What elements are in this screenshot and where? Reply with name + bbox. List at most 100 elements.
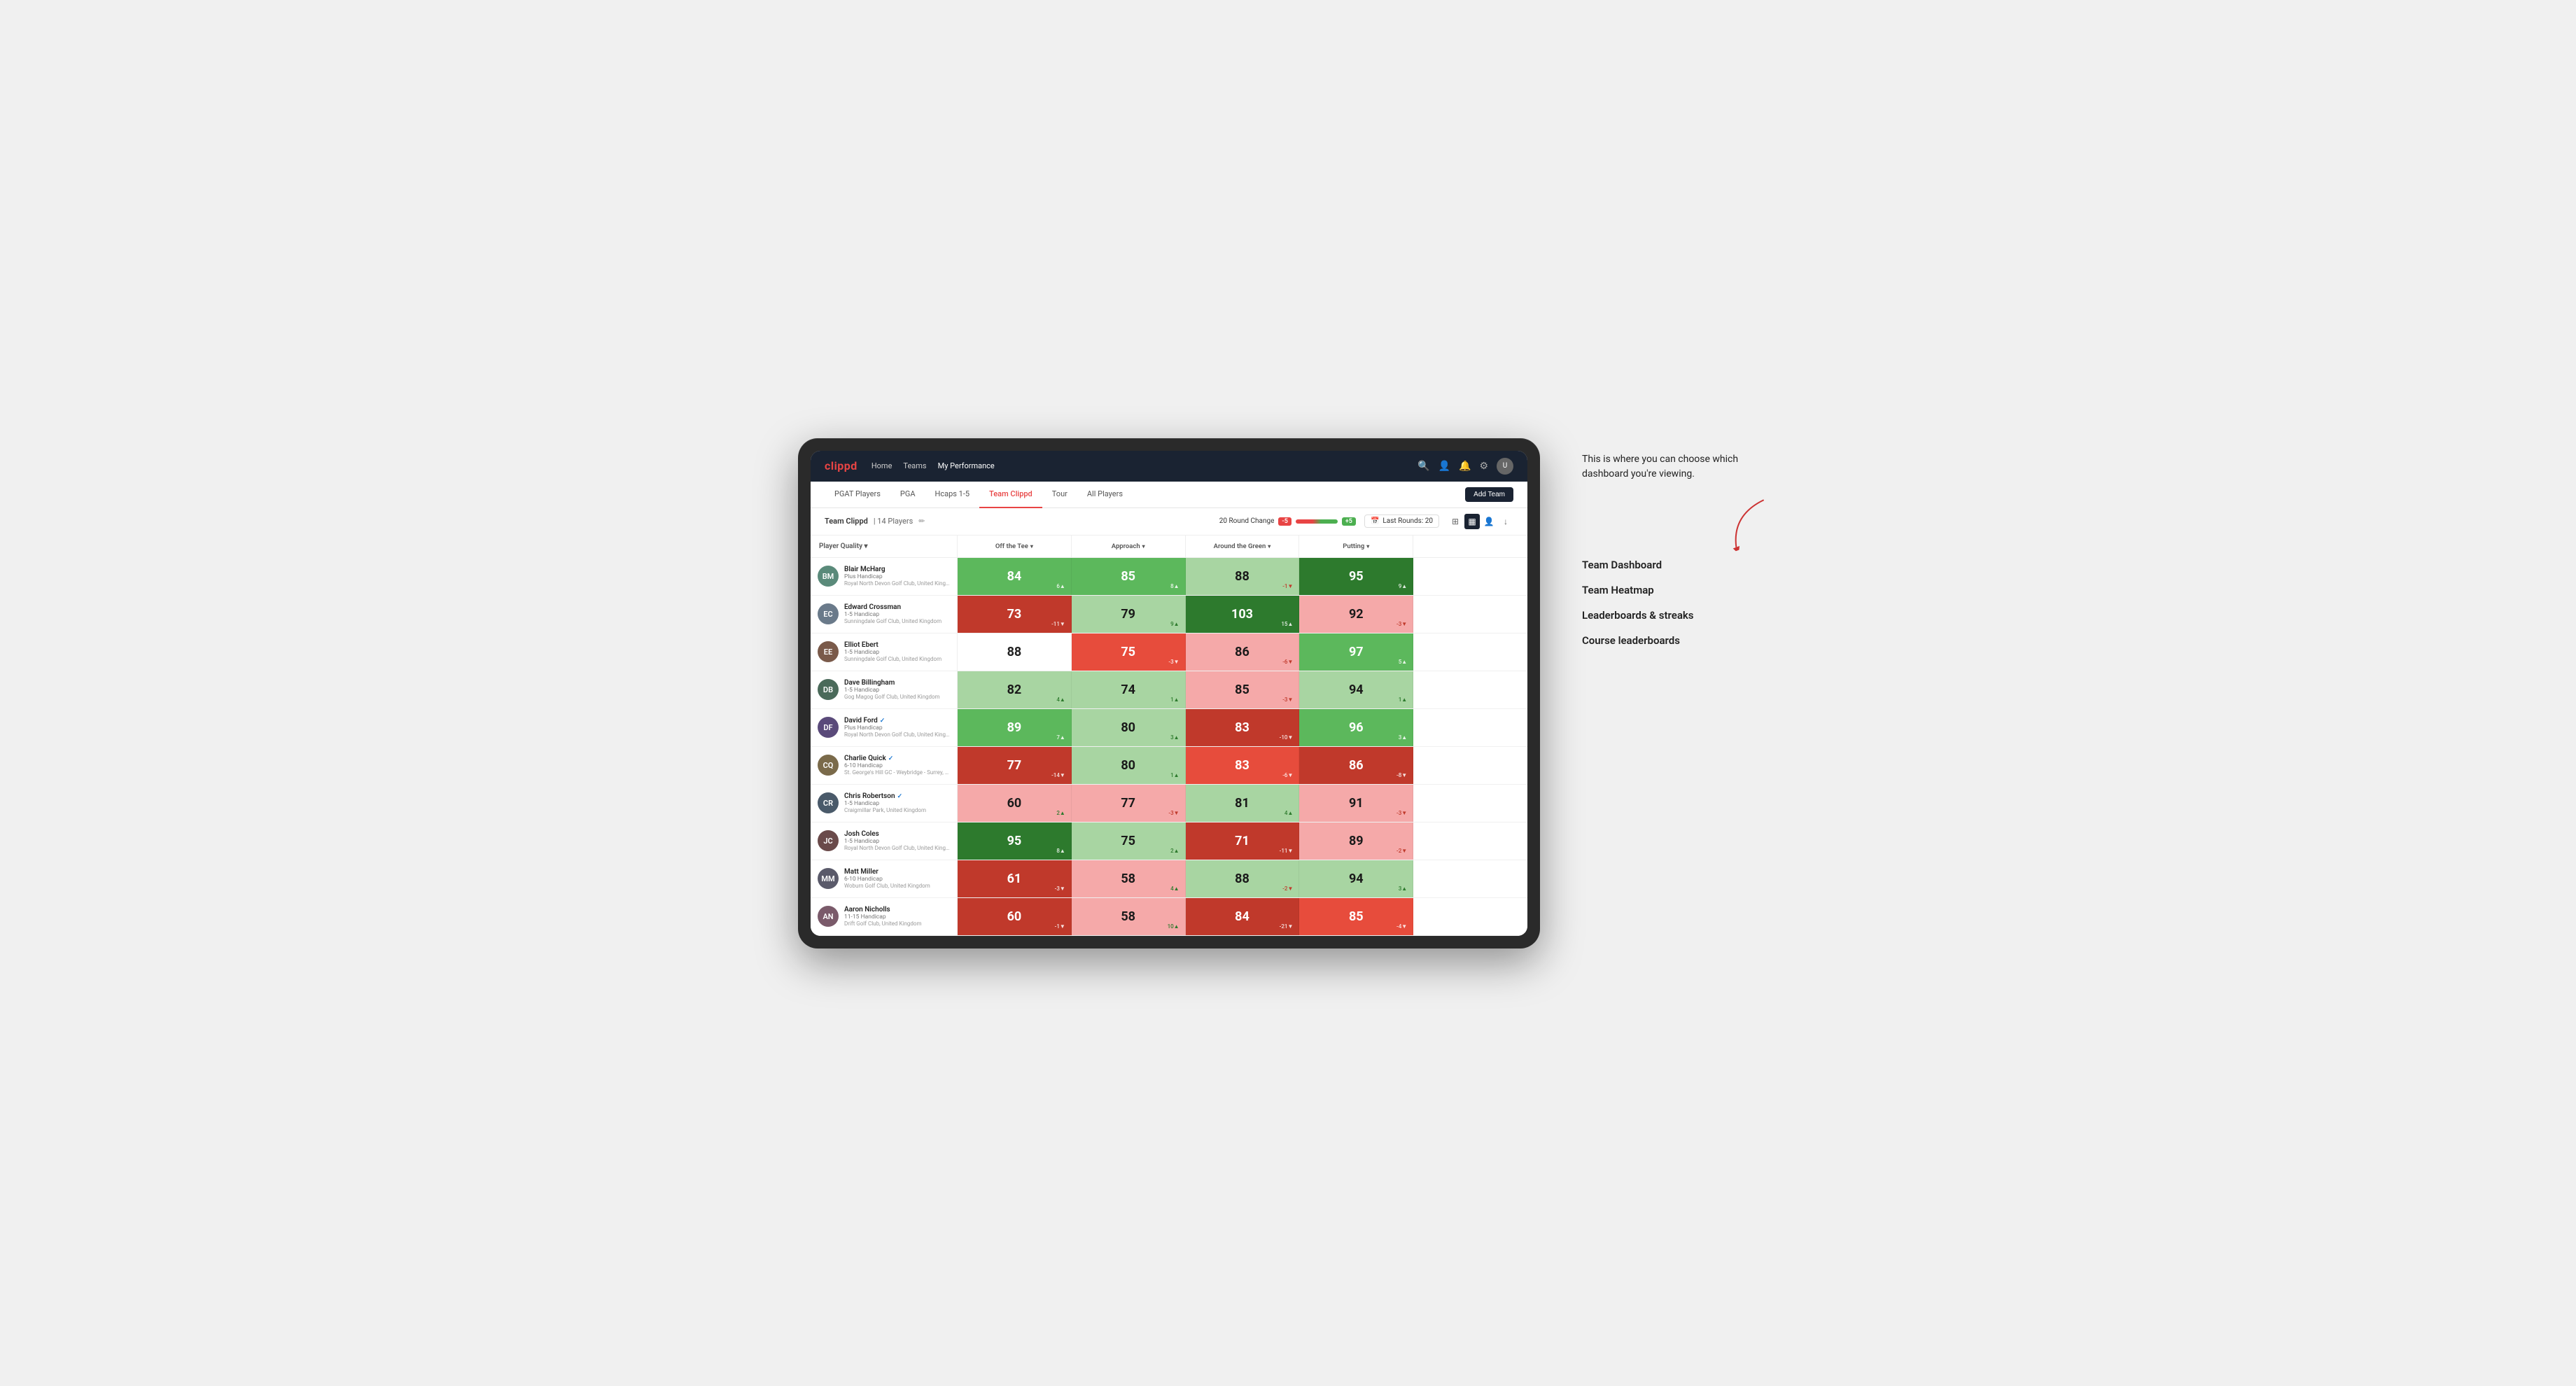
- tab-team-clippd[interactable]: Team Clippd: [979, 482, 1042, 508]
- player-name-1: Edward Crossman: [844, 603, 950, 611]
- stat-value-2-3: 86: [1235, 645, 1250, 659]
- player-club-5: St. George's Hill GC - Weybridge - Surre…: [844, 769, 950, 776]
- verified-icon-5: ✓: [888, 755, 894, 762]
- stats-row-1: 73-11▼799▲10315▲92-3▼: [958, 596, 1527, 634]
- putting-col-header[interactable]: Putting ▾: [1299, 536, 1413, 557]
- search-icon[interactable]: 🔍: [1418, 461, 1429, 472]
- stat-value-4-1: 89: [1007, 720, 1022, 735]
- stat-cell-2-4: 975▲: [1299, 634, 1413, 671]
- player-handicap-5: 6-10 Handicap: [844, 762, 950, 769]
- stat-change-3-3: -3▼: [1282, 696, 1293, 703]
- stats-row-0: 846▲858▲88-1▼959▲: [958, 558, 1527, 596]
- team-name: Team Clippd: [825, 517, 868, 526]
- stat-change-7-2: 2▲: [1170, 848, 1179, 854]
- stat-value-8-3: 88: [1235, 872, 1250, 886]
- stat-value-8-2: 58: [1121, 872, 1135, 886]
- player-name-7: Josh Coles: [844, 830, 950, 838]
- tab-pgat-players[interactable]: PGAT Players: [825, 482, 890, 508]
- player-row-3[interactable]: DBDave Billingham1-5 HandicapGog Magog G…: [811, 671, 958, 709]
- approach-col-header[interactable]: Approach ▾: [1072, 536, 1186, 557]
- player-name-6: Chris Robertson✓: [844, 792, 950, 800]
- stat-value-3-3: 85: [1235, 682, 1250, 697]
- edit-icon[interactable]: ✏: [918, 517, 925, 526]
- round-change: 20 Round Change -5 +5: [1219, 517, 1356, 526]
- top-nav: clippd Home Teams My Performance 🔍 👤 🔔 ⚙…: [811, 451, 1527, 482]
- player-info-3: Dave Billingham1-5 HandicapGog Magog Gol…: [844, 679, 950, 700]
- stat-value-8-1: 61: [1007, 872, 1022, 886]
- person-view-button[interactable]: 👤: [1481, 514, 1497, 529]
- stat-change-0-1: 6▲: [1056, 583, 1065, 589]
- annotation-arrow: [1582, 503, 1778, 545]
- tab-all-players[interactable]: All Players: [1077, 482, 1133, 508]
- stat-value-0-4: 95: [1349, 569, 1364, 584]
- stat-change-1-1: -11▼: [1051, 621, 1065, 627]
- stat-cell-6-3: 814▲: [1186, 785, 1300, 822]
- stat-cell-2-1: 88: [958, 634, 1072, 671]
- player-row-1[interactable]: ECEdward Crossman1-5 HandicapSunningdale…: [811, 596, 958, 634]
- stat-change-1-2: 9▲: [1170, 621, 1179, 627]
- add-team-button[interactable]: Add Team: [1465, 487, 1513, 502]
- stat-value-1-3: 103: [1231, 607, 1253, 622]
- stat-value-0-3: 88: [1235, 569, 1250, 584]
- player-row-9[interactable]: ANAaron Nicholls11-15 HandicapDrift Golf…: [811, 898, 958, 936]
- list-view-button[interactable]: ▦: [1464, 514, 1480, 529]
- player-name-4: David Ford✓: [844, 717, 950, 724]
- stat-cell-7-4: 89-2▼: [1299, 822, 1413, 860]
- annotation-items: Team Dashboard Team Heatmap Leaderboards…: [1582, 559, 1778, 647]
- player-handicap-2: 1-5 Handicap: [844, 649, 950, 656]
- player-row-6[interactable]: CRChris Robertson✓1-5 HandicapCraigmilla…: [811, 785, 958, 822]
- stats-row-2: 8875-3▼86-6▼975▲: [958, 634, 1527, 671]
- nav-home[interactable]: Home: [872, 458, 892, 473]
- nav-my-performance[interactable]: My Performance: [938, 458, 995, 473]
- avatar[interactable]: U: [1497, 458, 1513, 475]
- stat-value-5-1: 77: [1007, 758, 1022, 773]
- stat-value-1-2: 79: [1121, 607, 1135, 622]
- stat-change-4-1: 7▲: [1056, 734, 1065, 741]
- stat-change-4-4: 3▲: [1399, 734, 1407, 741]
- player-info-1: Edward Crossman1-5 HandicapSunningdale G…: [844, 603, 950, 624]
- around-green-col-header[interactable]: Around the Green ▾: [1186, 536, 1300, 557]
- stat-change-0-2: 8▲: [1170, 583, 1179, 589]
- stat-value-7-1: 95: [1007, 834, 1022, 848]
- off-tee-col-header[interactable]: Off the Tee ▾: [958, 536, 1072, 557]
- stat-change-8-2: 4▲: [1170, 886, 1179, 892]
- player-info-9: Aaron Nicholls11-15 HandicapDrift Golf C…: [844, 906, 950, 927]
- stat-change-5-1: -14▼: [1051, 772, 1065, 778]
- user-icon[interactable]: 👤: [1438, 461, 1450, 472]
- stats-row-5: 77-14▼801▲83-6▼86-8▼: [958, 747, 1527, 785]
- stat-change-9-2: 10▲: [1168, 923, 1180, 930]
- player-row-8[interactable]: MMMatt Miller6-10 HandicapWoburn Golf Cl…: [811, 860, 958, 898]
- player-row-7[interactable]: JCJosh Coles1-5 HandicapRoyal North Devo…: [811, 822, 958, 860]
- stat-cell-6-1: 602▲: [958, 785, 1072, 822]
- stats-row-4: 897▲803▲83-10▼963▲: [958, 709, 1527, 747]
- player-name-5: Charlie Quick✓: [844, 755, 950, 762]
- bell-icon[interactable]: 🔔: [1459, 461, 1471, 472]
- grid-view-button[interactable]: ⊞: [1448, 514, 1463, 529]
- stat-cell-5-1: 77 -14▼: [958, 747, 1072, 784]
- stats-row-6: 602▲77-3▼814▲91-3▼: [958, 785, 1527, 822]
- tab-hcaps[interactable]: Hcaps 1-5: [925, 482, 980, 508]
- stat-change-7-3: -11▼: [1280, 848, 1294, 854]
- nav-teams[interactable]: Teams: [903, 458, 926, 473]
- tab-tour[interactable]: Tour: [1042, 482, 1077, 508]
- stat-change-6-4: -3▼: [1396, 810, 1407, 816]
- tab-pga[interactable]: PGA: [890, 482, 925, 508]
- stat-cell-3-3: 85 -3▼: [1186, 671, 1300, 708]
- settings-icon[interactable]: ⚙: [1479, 461, 1488, 472]
- player-row-0[interactable]: BMBlair McHargPlus HandicapRoyal North D…: [811, 558, 958, 596]
- player-row-5[interactable]: CQCharlie Quick✓6-10 HandicapSt. George'…: [811, 747, 958, 785]
- player-avatar-4: DF: [818, 717, 839, 738]
- player-row-4[interactable]: DFDavid Ford✓Plus HandicapRoyal North De…: [811, 709, 958, 747]
- download-button[interactable]: ↓: [1498, 514, 1513, 529]
- annotation-team-heatmap: Team Heatmap: [1582, 584, 1778, 596]
- player-club-3: Gog Magog Golf Club, United Kingdom: [844, 694, 950, 700]
- player-col-header[interactable]: Player Quality ▾: [811, 536, 958, 558]
- last-rounds-button[interactable]: 📅 Last Rounds: 20: [1364, 514, 1439, 528]
- player-club-4: Royal North Devon Golf Club, United King…: [844, 732, 950, 738]
- player-handicap-8: 6-10 Handicap: [844, 876, 950, 883]
- stats-header-row: Off the Tee ▾ Approach ▾ Around the Gree…: [958, 536, 1527, 558]
- player-row-2[interactable]: EEElliot Ebert1-5 HandicapSunningdale Go…: [811, 634, 958, 671]
- player-rows-container: BMBlair McHargPlus HandicapRoyal North D…: [811, 558, 958, 936]
- stat-cell-5-3: 83-6▼: [1186, 747, 1300, 784]
- stats-row-9: 60-1▼5810▲84-21▼85-4▼: [958, 898, 1527, 936]
